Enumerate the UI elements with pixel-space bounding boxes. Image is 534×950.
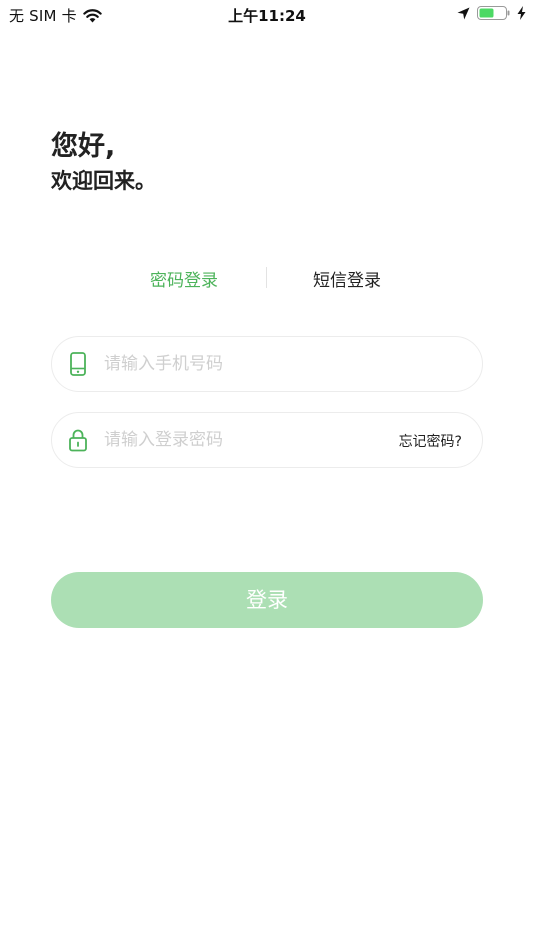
forgot-password-link[interactable]: 忘记密码? bbox=[399, 431, 462, 451]
battery-icon bbox=[477, 6, 510, 20]
phone-icon bbox=[70, 352, 86, 376]
lock-icon bbox=[69, 429, 87, 452]
status-right-group bbox=[457, 6, 526, 20]
tab-sms-login[interactable]: 短信登录 bbox=[272, 266, 422, 291]
phone-input[interactable] bbox=[104, 354, 374, 374]
phone-field[interactable] bbox=[51, 336, 483, 392]
status-bar: 无 SIM 卡 上午11:24 bbox=[0, 0, 534, 28]
greeting-subtitle: 欢迎回来。 bbox=[51, 169, 156, 193]
password-input[interactable] bbox=[104, 430, 374, 450]
charging-bolt-icon bbox=[517, 6, 526, 20]
tab-divider bbox=[266, 267, 267, 288]
password-field[interactable]: 忘记密码? bbox=[51, 412, 483, 468]
location-arrow-icon bbox=[457, 7, 470, 19]
greeting-title: 您好, bbox=[51, 131, 116, 162]
status-time: 上午11:24 bbox=[228, 7, 306, 25]
tab-password-login[interactable]: 密码登录 bbox=[109, 266, 259, 291]
login-screen: 无 SIM 卡 上午11:24 您好, 欢迎回来。 密码登录 短信登录 请输入手… bbox=[0, 0, 534, 950]
login-button[interactable]: 登录 bbox=[51, 572, 483, 628]
